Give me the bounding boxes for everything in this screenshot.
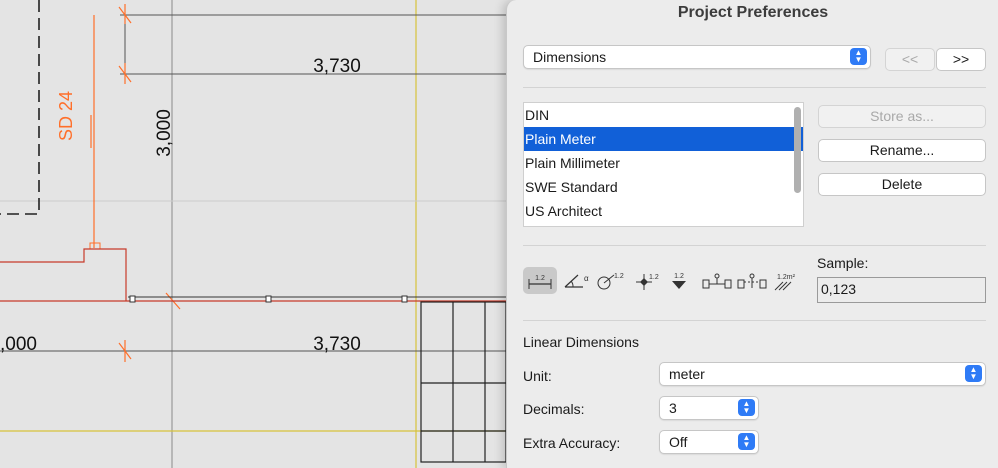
extra-accuracy-label: Extra Accuracy: (523, 435, 621, 451)
door-window-dimension-icon[interactable] (698, 267, 732, 294)
decimals-popup[interactable]: 3 ▲ ▼ (659, 396, 759, 420)
rename-button[interactable]: Rename... (818, 139, 986, 162)
radial-dimension-icon[interactable]: 1.2 (593, 267, 627, 294)
project-preferences-dialog: Project Preferences Dimensions ▲ ▼ << >> … (506, 0, 998, 468)
dialog-title: Project Preferences (677, 4, 829, 21)
separator (523, 87, 986, 88)
section-popup[interactable]: Dimensions ▲ ▼ (523, 45, 871, 69)
list-item[interactable]: DIN (524, 103, 803, 127)
svg-text:1.2: 1.2 (649, 274, 659, 281)
dimension-standards-list[interactable]: DIN Plain Meter Plain Millimeter SWE Sta… (523, 102, 804, 227)
sill-height-dimension-icon[interactable] (733, 267, 767, 294)
store-as-button[interactable]: Store as... (818, 105, 986, 128)
unit-popup-value: meter (669, 366, 705, 382)
svg-text:1.2: 1.2 (674, 273, 684, 280)
list-scrollbar[interactable] (794, 107, 801, 193)
node-2 (265, 295, 272, 303)
delete-button[interactable]: Delete (818, 173, 986, 196)
node-3 (401, 295, 408, 303)
popup-chevron-icon: ▲ ▼ (738, 433, 755, 450)
decimals-popup-value: 3 (669, 400, 677, 416)
level-dimension-icon[interactable]: 1.2 (629, 267, 663, 294)
sample-label: Sample: (817, 255, 869, 271)
separator (523, 320, 986, 321)
unit-popup[interactable]: meter ▲ ▼ (659, 362, 986, 386)
section-popup-value: Dimensions (533, 49, 607, 65)
sample-field: 0,123 (817, 277, 986, 303)
next-button[interactable]: >> (936, 48, 986, 71)
dimension-text-bottom: 3,730 (313, 334, 361, 355)
dimension-text-left: ,000 (0, 334, 37, 355)
list-item[interactable]: SWE Standard (524, 175, 803, 199)
list-item[interactable]: Plain Meter (524, 127, 803, 151)
svg-text:1.2m²: 1.2m² (777, 274, 796, 281)
linear-dimensions-heading: Linear Dimensions (523, 334, 639, 350)
dimension-text-vertical: 3,000 (154, 109, 175, 157)
previous-button[interactable]: << (885, 48, 935, 71)
list-item[interactable]: US Architect (524, 199, 803, 223)
separator (523, 245, 986, 246)
svg-text:1.2: 1.2 (614, 273, 624, 280)
popup-chevron-icon: ▲ ▼ (965, 365, 982, 382)
unit-label: Unit: (523, 368, 552, 384)
dimension-text-top: 3,730 (313, 56, 361, 77)
angle-dimension-icon[interactable]: α (559, 267, 593, 294)
popup-chevron-icon: ▲ ▼ (738, 399, 755, 416)
wall-label: SD 24 (56, 91, 76, 141)
svg-text:α: α (584, 274, 589, 283)
extra-accuracy-popup[interactable]: Off ▲ ▼ (659, 430, 759, 454)
area-calculation-icon[interactable]: 1.2m² (769, 267, 803, 294)
linear-dimension-icon[interactable]: 1.2 (523, 267, 557, 294)
list-item[interactable]: Plain Millimeter (524, 151, 803, 175)
svg-text:1.2: 1.2 (535, 275, 545, 282)
extra-accuracy-popup-value: Off (669, 434, 688, 450)
popup-chevron-icon: ▲ ▼ (850, 48, 867, 65)
elevation-dimension-icon[interactable]: 1.2 (663, 267, 697, 294)
decimals-label: Decimals: (523, 401, 585, 417)
node-1 (129, 295, 136, 303)
